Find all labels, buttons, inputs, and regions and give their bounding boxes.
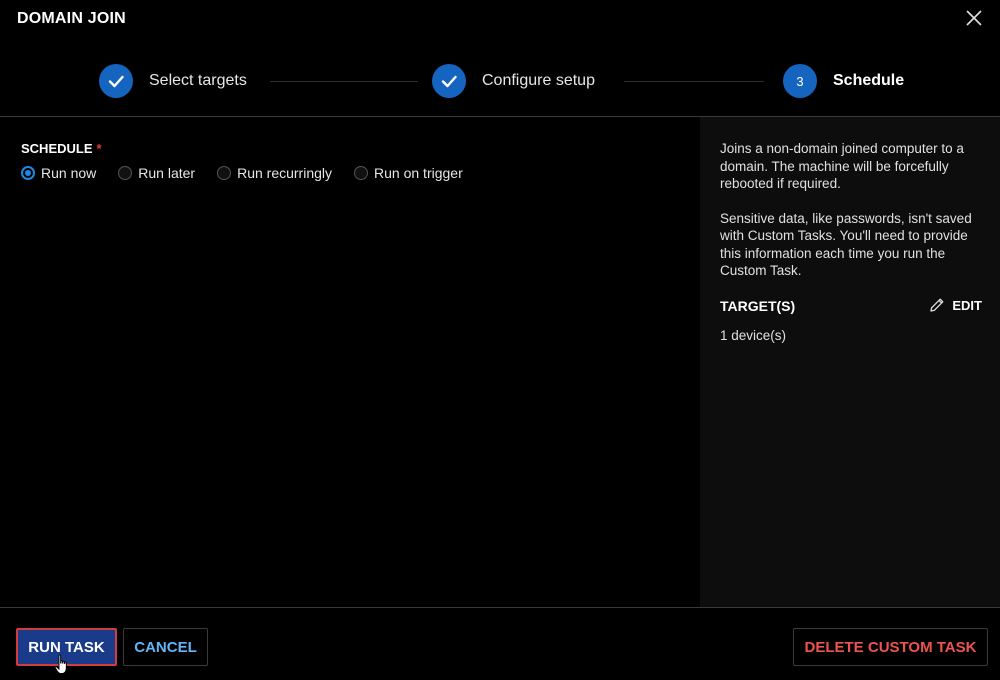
step-select-targets[interactable]: Select targets (99, 63, 247, 99)
step-complete-circle (99, 64, 133, 98)
step-connector (624, 81, 764, 82)
step-label: Schedule (833, 72, 905, 89)
schedule-section: SCHEDULE * Run now Run later Run recurrin… (0, 117, 700, 608)
required-indicator: * (96, 141, 102, 156)
step-schedule[interactable]: 3 Schedule (783, 63, 904, 99)
radio-run-on-trigger[interactable]: Run on trigger (354, 165, 463, 181)
edit-targets-button[interactable]: EDIT (928, 296, 982, 314)
step-connector (270, 81, 418, 82)
radio-button[interactable] (354, 166, 369, 180)
stepper: Select targets Configure setup 3 Schedul… (0, 63, 1000, 99)
radio-button[interactable] (118, 166, 133, 180)
info-side-panel: Joins a non-domain joined computer to a … (700, 117, 1000, 608)
dialog-title: DOMAIN JOIN (17, 10, 126, 27)
radio-run-now[interactable]: Run now (21, 165, 96, 181)
step-configure-setup[interactable]: Configure setup (432, 63, 595, 99)
check-icon (441, 75, 457, 88)
close-icon (966, 10, 982, 26)
radio-label: Run later (138, 165, 196, 181)
check-icon (108, 75, 124, 88)
schedule-label-text: SCHEDULE (21, 141, 93, 156)
step-label: Configure setup (482, 72, 595, 89)
step-complete-circle (432, 64, 466, 98)
radio-label: Run now (41, 165, 97, 181)
radio-button[interactable] (217, 166, 232, 180)
step-number: 3 (796, 73, 804, 89)
delete-custom-task-button[interactable]: DELETE CUSTOM TASK (793, 628, 988, 666)
targets-count: 1 device(s) (720, 328, 787, 343)
task-description: Joins a non-domain joined computer to a … (720, 140, 988, 280)
radio-label: Run recurringly (237, 165, 333, 181)
cancel-button[interactable]: CANCEL (123, 628, 208, 666)
domain-join-dialog: DOMAIN JOIN Select targets Configure set… (0, 0, 1000, 680)
schedule-radio-group: Run now Run later Run recurringly Run on… (21, 165, 485, 181)
radio-run-later[interactable]: Run later (118, 165, 195, 181)
targets-title: TARGET(S) (720, 298, 796, 314)
step-label: Select targets (149, 72, 247, 89)
dialog-header: DOMAIN JOIN Select targets Configure set… (0, 0, 1000, 117)
hand-cursor-icon (54, 654, 67, 674)
close-button[interactable] (962, 6, 986, 30)
pencil-icon (930, 298, 944, 312)
step-number-circle: 3 (783, 64, 817, 98)
radio-label: Run on trigger (374, 165, 463, 181)
edit-label: EDIT (952, 297, 982, 313)
description-text: Joins a non-domain joined computer to a … (720, 141, 964, 191)
dialog-footer: RUN TASK CANCEL DELETE CUSTOM TASK (0, 607, 1000, 680)
sensitive-data-note: Sensitive data, like passwords, isn't sa… (720, 210, 972, 279)
radio-button-selected[interactable] (21, 166, 35, 180)
radio-run-recurringly[interactable]: Run recurringly (217, 165, 332, 181)
schedule-label: SCHEDULE * (21, 141, 102, 156)
